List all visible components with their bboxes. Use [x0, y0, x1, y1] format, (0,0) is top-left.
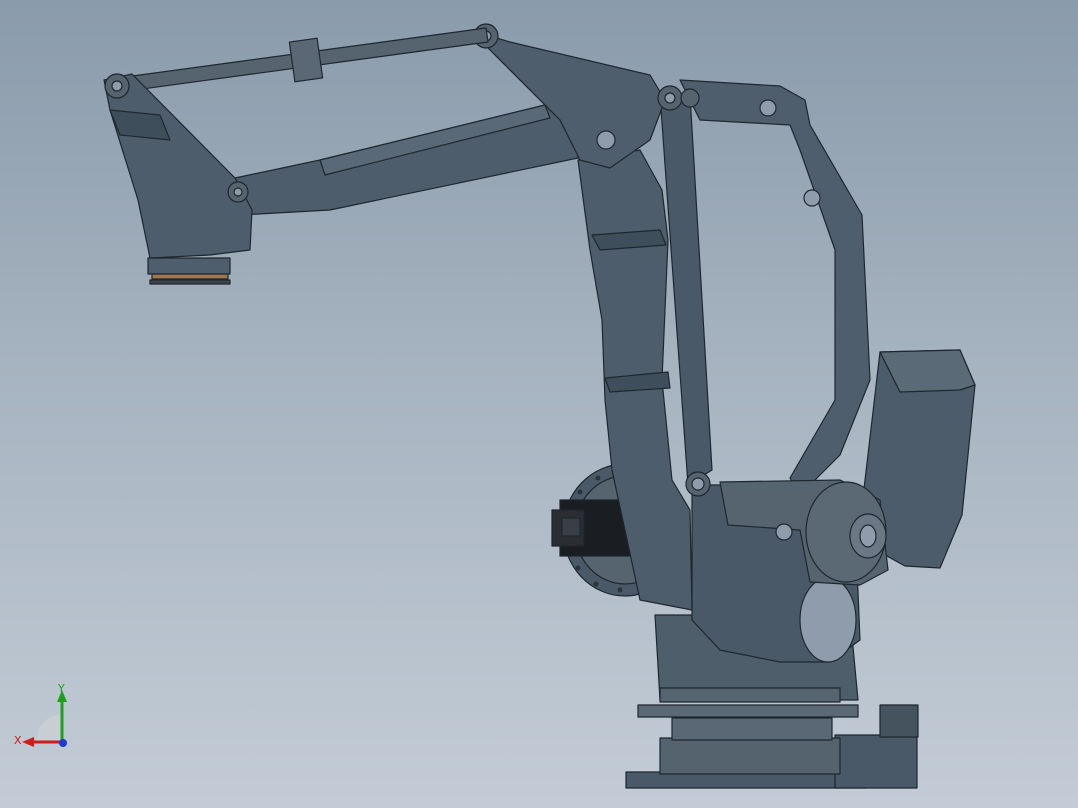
- end-flange[interactable]: [147, 257, 231, 285]
- x-axis-arrowhead: [22, 737, 34, 747]
- tie-rod[interactable]: [117, 27, 489, 93]
- robot-arm-model[interactable]: [0, 0, 1078, 808]
- graphics-viewport[interactable]: Y X: [0, 0, 1078, 808]
- wrist-head[interactable]: [103, 73, 253, 259]
- z-axis-dot: [59, 739, 67, 747]
- coordinate-triad: Y X: [14, 684, 67, 747]
- triad-plane-icon: [36, 714, 62, 742]
- x-axis-label: X: [14, 734, 22, 747]
- upper-arm[interactable]: [234, 104, 581, 216]
- y-axis-label: Y: [57, 684, 65, 695]
